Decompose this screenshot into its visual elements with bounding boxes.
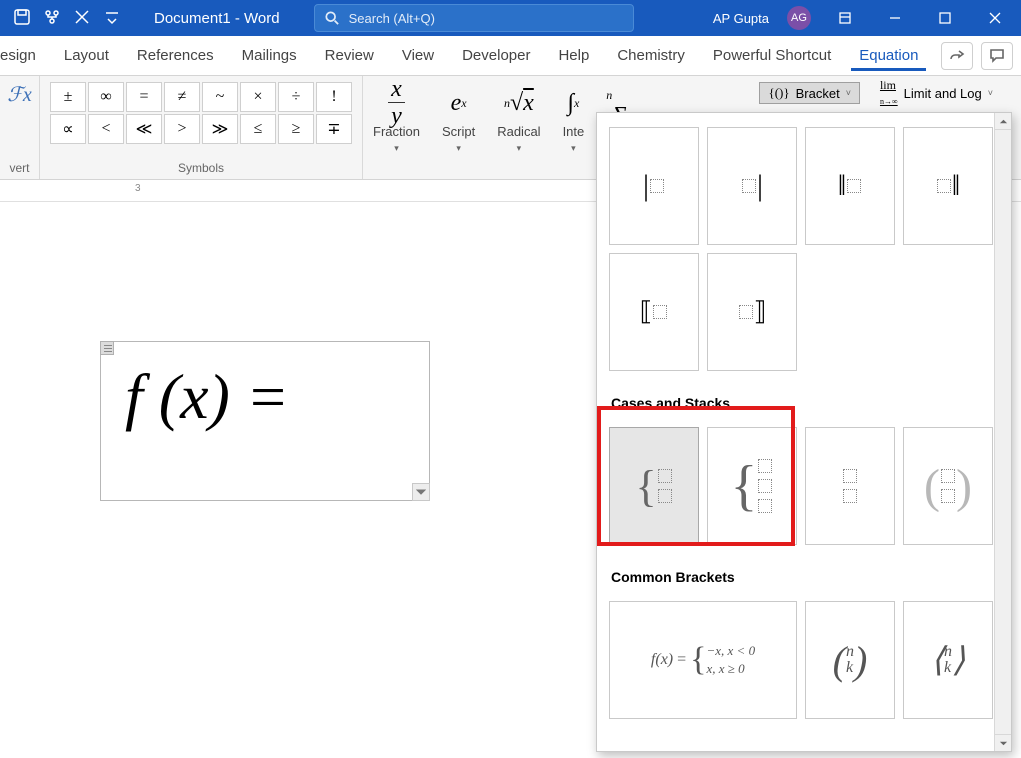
- ruler-mark-3: 3: [135, 183, 141, 194]
- ribbon-mode-button[interactable]: [829, 2, 861, 34]
- bracket-dbl-vbar-left[interactable]: ‖: [805, 127, 895, 245]
- tab-powerful-shortcut[interactable]: Powerful Shortcut: [699, 36, 845, 75]
- share-button[interactable]: [941, 42, 973, 70]
- autosave-icon[interactable]: [14, 9, 30, 28]
- symbol-propto[interactable]: ∝: [50, 114, 86, 144]
- symbol-lt[interactable]: <: [88, 114, 124, 144]
- scroll-up-button[interactable]: [995, 113, 1011, 130]
- equation-move-handle[interactable]: [100, 341, 114, 355]
- scroll-down-button[interactable]: [995, 734, 1011, 751]
- symbol-le[interactable]: ≤: [240, 114, 276, 144]
- tab-layout[interactable]: Layout: [50, 36, 123, 75]
- stack-2-row-paren[interactable]: (): [903, 427, 993, 545]
- group-symbols: ± ∞ = ≠ ~ × ÷ ! ∝ < ≪ > ≫ ≤ ≥ ∓ Symbols: [40, 76, 363, 179]
- search-placeholder: Search (Alt+Q): [349, 11, 435, 26]
- bracket-right-dblbracket[interactable]: ⟧: [707, 253, 797, 371]
- bracket-menu-button[interactable]: {()} Bracket ˅: [759, 82, 859, 104]
- tab-mailings[interactable]: Mailings: [228, 36, 311, 75]
- user-name: AP Gupta: [713, 11, 769, 26]
- search-box[interactable]: Search (Alt+Q): [314, 4, 634, 32]
- user-avatar[interactable]: AG: [787, 6, 811, 30]
- bracket-dropdown-panel: | | ‖ ‖ ⟦ ⟧ Cases and Stacks { { () Comm…: [596, 112, 1012, 752]
- symbol-equals[interactable]: =: [126, 82, 162, 112]
- share-icon[interactable]: [44, 9, 60, 28]
- stack-2-row[interactable]: [805, 427, 895, 545]
- structure-script[interactable]: ex Script▾: [442, 86, 475, 154]
- equation-content[interactable]: f (x) =: [101, 342, 429, 452]
- tab-design[interactable]: esign: [0, 36, 50, 75]
- limit-icon: limn→∞: [880, 78, 898, 108]
- maximize-button[interactable]: [929, 2, 961, 34]
- symbol-not-equal[interactable]: ≠: [164, 82, 200, 112]
- tab-developer[interactable]: Developer: [448, 36, 544, 75]
- symbol-infinity[interactable]: ∞: [88, 82, 124, 112]
- group-symbols-label: Symbols: [50, 161, 352, 177]
- tab-review[interactable]: Review: [311, 36, 388, 75]
- tab-chemistry[interactable]: Chemistry: [603, 36, 699, 75]
- symbol-gt[interactable]: >: [164, 114, 200, 144]
- symbol-plus-minus[interactable]: ±: [50, 82, 86, 112]
- structure-radical[interactable]: n√x Radical▾: [497, 86, 540, 154]
- symbol-times[interactable]: ×: [240, 82, 276, 112]
- title-bar: Document1 - Word Search (Alt+Q) AP Gupta…: [0, 0, 1021, 36]
- equation-editor-box[interactable]: f (x) =: [100, 341, 430, 501]
- document-title: Document1 - Word: [154, 10, 280, 27]
- common-binomial-angle[interactable]: ⟨ nk ⟩: [903, 601, 993, 719]
- tab-equation[interactable]: Equation: [845, 36, 932, 75]
- section-common-brackets-title: Common Brackets: [597, 555, 1011, 591]
- bracket-left-dblbracket[interactable]: ⟦: [609, 253, 699, 371]
- bracket-left-vbar-box[interactable]: |: [609, 127, 699, 245]
- tab-help[interactable]: Help: [544, 36, 603, 75]
- structure-integral[interactable]: ∫x Inte▾: [563, 86, 585, 154]
- symbol-ge[interactable]: ≥: [278, 114, 314, 144]
- qat-more-icon[interactable]: [104, 9, 120, 28]
- close-button[interactable]: [979, 2, 1011, 34]
- tab-view[interactable]: View: [388, 36, 448, 75]
- structure-fraction[interactable]: xy Fraction▾: [373, 86, 420, 154]
- dropdown-scrollbar[interactable]: [994, 113, 1011, 751]
- section-cases-stacks-title: Cases and Stacks: [597, 381, 1011, 417]
- symbol-divide[interactable]: ÷: [278, 82, 314, 112]
- common-piecewise[interactable]: f(x) = { −x, x < 0 x, x ≥ 0: [609, 601, 797, 719]
- symbol-tilde[interactable]: ~: [202, 82, 238, 112]
- symbol-minus-plus[interactable]: ∓: [316, 114, 352, 144]
- ribbon-tabs: esign Layout References Mailings Review …: [0, 36, 1021, 76]
- limit-log-menu-button[interactable]: limn→∞ Limit and Log ˅: [872, 82, 1001, 104]
- symbol-much-gt[interactable]: ≫: [202, 114, 238, 144]
- search-icon: [325, 11, 339, 25]
- convert-icon[interactable]: ℱx: [7, 82, 32, 107]
- bracket-icon: {()}: [768, 85, 789, 101]
- equation-options-button[interactable]: [412, 483, 430, 501]
- close-qat-icon[interactable]: [74, 9, 90, 28]
- cases-3-row[interactable]: {: [707, 427, 797, 545]
- cases-2-row[interactable]: {: [609, 427, 699, 545]
- comments-button[interactable]: [981, 42, 1013, 70]
- common-binomial-paren[interactable]: ( nk ): [805, 601, 895, 719]
- bracket-box-right-vbar[interactable]: |: [707, 127, 797, 245]
- group-convert-label: vert: [10, 161, 30, 177]
- tab-references[interactable]: References: [123, 36, 228, 75]
- minimize-button[interactable]: [879, 2, 911, 34]
- bracket-dbl-vbar-right[interactable]: ‖: [903, 127, 993, 245]
- symbol-much-lt[interactable]: ≪: [126, 114, 162, 144]
- symbol-factorial[interactable]: !: [316, 82, 352, 112]
- group-convert: ℱx vert: [0, 76, 40, 179]
